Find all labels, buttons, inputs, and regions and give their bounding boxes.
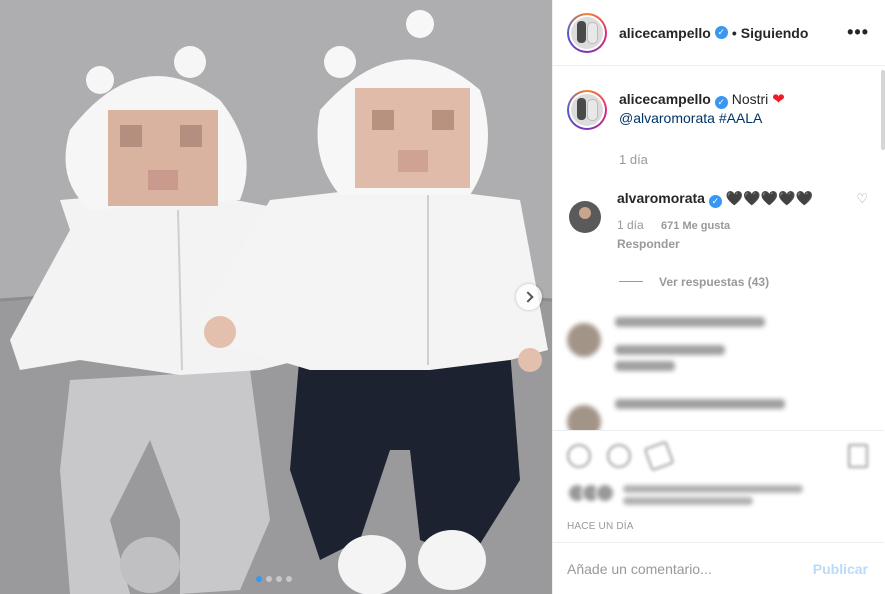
author-username[interactable]: alicecampello [619,25,711,41]
comment-avatar[interactable] [569,201,601,233]
heart-outline-icon[interactable]: ♡ [856,191,868,207]
comment-meta: 1 día 671 Me gusta [617,216,837,235]
liked-by-text [623,481,803,505]
caption-mention-link[interactable]: @alvaromorata [619,110,715,126]
verified-badge-icon: ✓ [714,95,728,109]
author-avatar-image [571,16,603,49]
add-comment-bar: Publicar [553,542,884,594]
chevron-right-icon [521,291,534,303]
comment-body: alvaromorata ✓ 🖤🖤🖤🖤🖤 1 día 671 Me gusta R… [617,189,837,253]
reply-button[interactable]: Responder [617,235,837,253]
post-actions: Hace un día [553,430,884,532]
caption-age[interactable]: 1 día [619,152,868,167]
share-icon[interactable] [643,440,675,472]
separator-dot: • [731,24,737,41]
red-heart-emoji: ❤ [772,91,785,108]
blurred-avatar [567,404,601,430]
post-details-panel: alicecampello ✓ • Siguiendo ••• alicecam… [552,0,885,594]
caption-body: alicecampello ✓ Nostri ❤ @alvaromorata #A… [619,90,785,130]
more-options-icon[interactable]: ••• [847,22,869,43]
blurred-text [615,311,765,371]
view-replies-label: Ver respuestas (43) [659,274,770,289]
post-header: alicecampello ✓ • Siguiendo ••• [553,0,885,66]
verified-badge-icon: ✓ [708,194,722,208]
comment-icon[interactable] [607,444,631,468]
publish-button[interactable]: Publicar [813,561,868,577]
bookmark-icon[interactable] [848,444,868,468]
comment-text: 🖤🖤🖤🖤🖤 [725,190,813,206]
replies-line [619,281,643,282]
photo-illustration [0,0,552,594]
comment-username[interactable]: alvaromorata [617,190,705,206]
blurred-comment [567,311,868,371]
comment-item: alvaromorata ✓ 🖤🖤🖤🖤🖤 1 día 671 Me gusta R… [567,189,868,253]
blurred-text [615,393,785,431]
view-replies-button[interactable]: Ver respuestas (43) [619,275,868,289]
post-caption: alicecampello ✓ Nostri ❤ @alvaromorata #A… [567,90,868,130]
author-avatar[interactable] [567,12,607,53]
caption-avatar-image [571,94,603,126]
caption-hashtag-link[interactable]: #AALA [719,110,763,126]
post-photo[interactable] [0,0,552,594]
blurred-comment [567,393,868,431]
blurred-avatar [567,322,601,357]
comment-input[interactable] [567,560,813,577]
comments-section[interactable]: alicecampello ✓ Nostri ❤ @alvaromorata #A… [553,66,884,430]
carousel-dot [256,576,262,582]
action-icons-row [567,439,868,473]
caption-text: Nostri [731,91,769,107]
heart-icon[interactable] [567,444,591,468]
liked-by[interactable] [567,481,868,505]
caption-avatar[interactable] [567,90,607,130]
comment-likes[interactable]: 671 Me gusta [661,220,730,232]
verified-badge-icon: ✓ [714,26,728,39]
post-timestamp[interactable]: Hace un día [567,521,868,532]
carousel-dot [276,576,282,582]
carousel-next-button[interactable] [516,284,542,310]
comment-age[interactable]: 1 día [617,218,644,232]
following-button[interactable]: Siguiendo [741,25,809,41]
carousel-dot [266,576,272,582]
comments-scrollbar[interactable] [881,70,885,150]
caption-username[interactable]: alicecampello [619,91,711,107]
carousel-indicator [256,576,292,582]
carousel-dot [286,576,292,582]
liker-avatar [595,483,615,503]
